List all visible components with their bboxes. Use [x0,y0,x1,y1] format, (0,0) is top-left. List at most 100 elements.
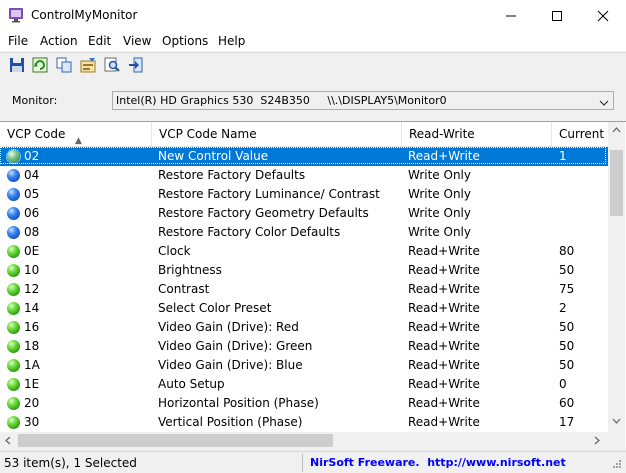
title-bar[interactable]: ControlMyMonitor [0,0,626,31]
current-value-cell: 1 [559,149,567,163]
properties-button[interactable] [80,57,98,75]
copy-icon [56,57,72,73]
menu-edit[interactable]: Edit [86,33,113,49]
minimize-button[interactable] [488,0,534,31]
menu-view[interactable]: View [121,33,153,49]
write-only-status-icon [7,207,20,220]
table-row[interactable]: 30 Vertical Position (Phase) Read+Write 17 [0,413,608,432]
write-only-status-icon [7,226,20,239]
scroll-left-icon [5,436,11,445]
vcp-name-cell: Restore Factory Luminance/ Contrast [158,187,380,201]
column-header-read-write[interactable]: Read-Write [402,122,552,146]
exit-icon [129,57,143,73]
read-write-cell: Read+Write [408,282,480,296]
vertical-scroll-thumb[interactable] [610,150,623,216]
column-header-vcp-code[interactable]: VCP Code ▲ [0,122,152,146]
vcp-name-cell: Auto Setup [158,377,225,391]
vcp-list[interactable]: VCP Code ▲ VCP Code Name Read-Write Curr… [0,121,626,449]
read-write-status-icon [6,149,21,164]
column-label: Current V [559,127,608,141]
table-row[interactable]: 04 Restore Factory Defaults Write Only [0,166,608,185]
vcp-code-cell: 06 [24,206,40,220]
read-write-cell: Read+Write [408,149,480,163]
vcp-name-cell: Clock [158,244,191,258]
refresh-button[interactable] [32,57,50,75]
resize-grip-icon[interactable] [610,459,622,471]
status-bar: 53 item(s), 1 Selected NirSoft Freeware.… [0,451,626,473]
horizontal-scrollbar[interactable] [0,432,608,449]
column-header-current-value[interactable]: Current V [552,122,608,146]
table-row[interactable]: 16 Video Gain (Drive): Red Read+Write 50 [0,318,608,337]
current-value-cell: 80 [559,244,575,258]
copy-button[interactable] [56,57,74,75]
vcp-code-cell: 04 [24,168,40,182]
vcp-code-cell: 05 [24,187,40,201]
vcp-code-cell: 08 [24,225,40,239]
current-value-cell: 60 [559,396,575,410]
vertical-scrollbar[interactable] [608,122,625,432]
vcp-code-cell: 16 [24,320,40,334]
vcp-code-cell: 02 [24,149,40,163]
find-button[interactable] [104,57,122,75]
vcp-code-cell: 0E [24,244,40,258]
menu-options[interactable]: Options [160,33,210,49]
app-icon [8,7,24,23]
menu-action[interactable]: Action [38,33,80,49]
monitor-dropdown[interactable]: Intel(R) HD Graphics 530 S24B350 \\.\DIS… [112,91,614,110]
table-row[interactable]: 18 Video Gain (Drive): Green Read+Write 50 [0,337,608,356]
read-write-status-icon [7,283,20,296]
status-divider [302,454,303,472]
exit-button[interactable] [128,57,146,75]
table-row[interactable]: 12 Contrast Read+Write 75 [0,280,608,299]
current-value-cell: 2 [559,301,567,315]
refresh-icon [32,57,48,73]
read-write-status-icon [7,359,20,372]
table-row[interactable]: 20 Horizontal Position (Phase) Read+Write 6… [0,394,608,413]
properties-icon [80,58,96,73]
vcp-name-cell: Horizontal Position (Phase) [158,396,319,410]
read-write-cell: Read+Write [408,301,480,315]
list-rows: 02 New Control Value Read+Write 1 04 Restore … [0,147,608,432]
find-icon [104,57,120,72]
horizontal-scroll-thumb[interactable] [18,434,333,447]
read-write-cell: Read+Write [408,396,480,410]
table-row[interactable]: 06 Restore Factory Geometry Defaults Write… [0,204,608,223]
table-row[interactable]: 05 Restore Factory Luminance/ Contrast Wri… [0,185,608,204]
table-row[interactable]: 1A Video Gain (Drive): Blue Read+Write 50 [0,356,608,375]
menu-help[interactable]: Help [216,33,247,49]
table-row[interactable]: 02 New Control Value Read+Write 1 [0,147,608,166]
window-title: ControlMyMonitor [31,8,138,22]
vcp-code-cell: 10 [24,263,40,277]
read-write-cell: Read+Write [408,263,480,277]
read-write-cell: Read+Write [408,358,480,372]
read-write-cell: Write Only [408,206,471,220]
scroll-down-icon [612,418,621,424]
read-write-status-icon [7,321,20,334]
vcp-name-cell: Vertical Position (Phase) [158,415,303,429]
column-label: Read-Write [409,127,475,141]
current-value-cell: 17 [559,415,575,429]
write-only-status-icon [7,188,20,201]
table-row[interactable]: 14 Select Color Preset Read+Write 2 [0,299,608,318]
vcp-name-cell: New Control Value [158,149,269,163]
read-write-status-icon [7,264,20,277]
list-header: VCP Code ▲ VCP Code Name Read-Write Curr… [0,122,608,147]
read-write-cell: Write Only [408,187,471,201]
column-header-vcp-name[interactable]: VCP Code Name [152,122,402,146]
chevron-down-icon [599,96,609,110]
app-window: ControlMyMonitor File Action Edit View O… [0,0,626,473]
read-write-cell: Write Only [408,225,471,239]
close-button[interactable] [580,0,626,31]
write-only-status-icon [7,169,20,182]
maximize-button[interactable] [534,0,580,31]
read-write-status-icon [7,302,20,315]
nirsoft-link[interactable]: NirSoft Freeware. http://www.nirsoft.net [310,456,566,469]
save-button[interactable] [9,57,27,75]
save-icon [10,58,24,72]
table-row[interactable]: 0E Clock Read+Write 80 [0,242,608,261]
menu-file[interactable]: File [6,33,30,49]
table-row[interactable]: 1E Auto Setup Read+Write 0 [0,375,608,394]
table-row[interactable]: 10 Brightness Read+Write 50 [0,261,608,280]
table-row[interactable]: 08 Restore Factory Color Defaults Write On… [0,223,608,242]
current-value-cell: 0 [559,377,567,391]
